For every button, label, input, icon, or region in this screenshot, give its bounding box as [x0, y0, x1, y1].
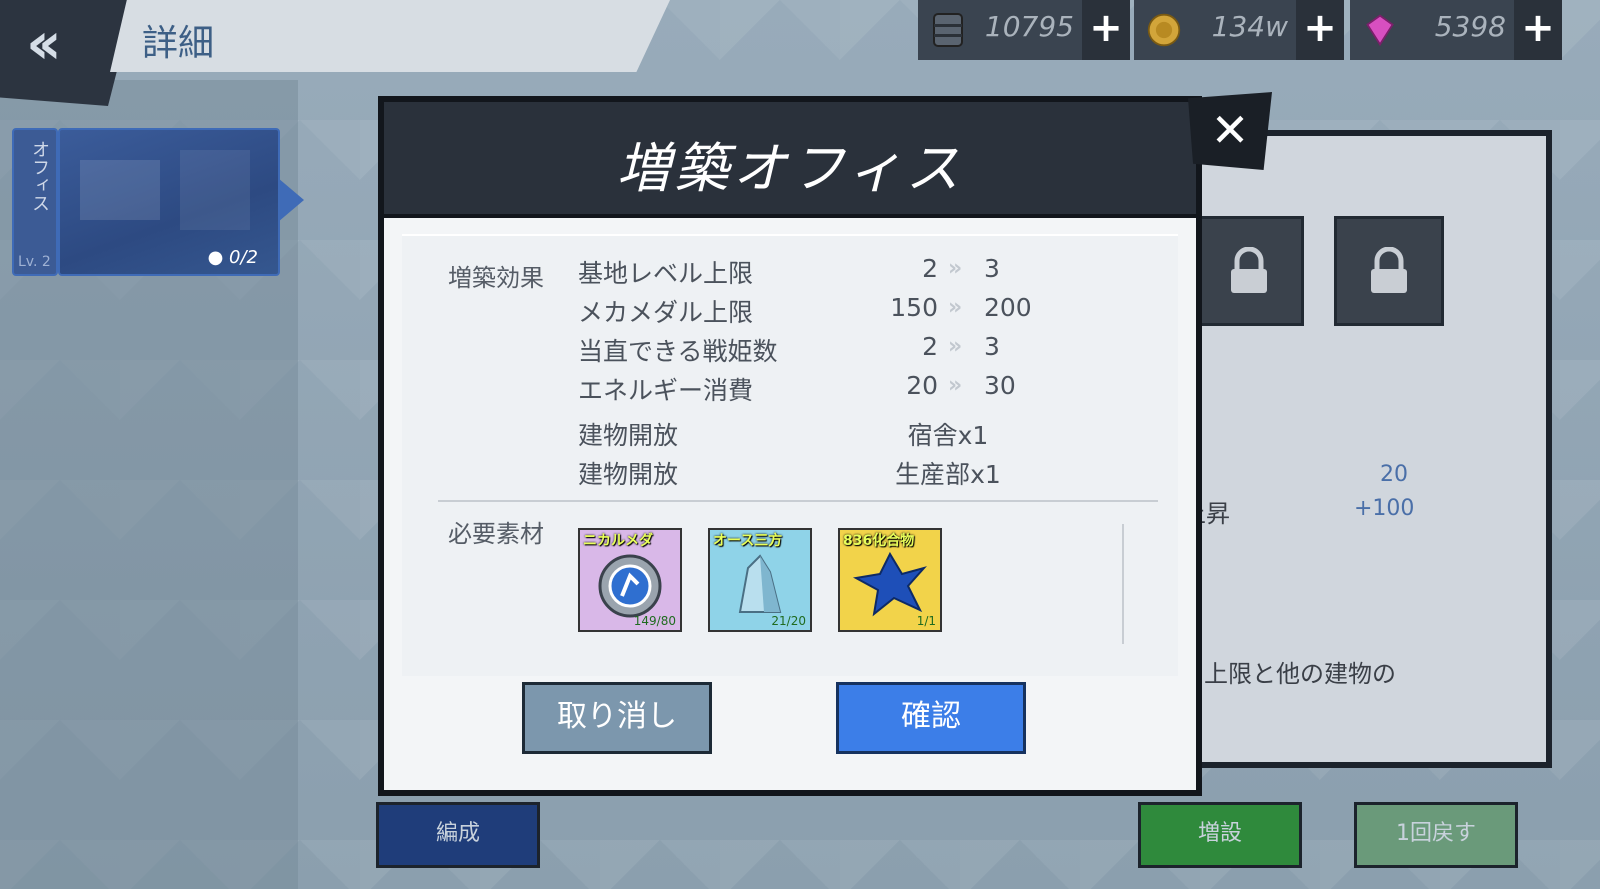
modal-header: 増築オフィス	[384, 102, 1196, 218]
fuel-barrel-icon	[933, 13, 963, 47]
gem-icon	[1366, 14, 1394, 47]
person-icon: ●	[207, 247, 224, 268]
confirm-button[interactable]: 確認	[836, 682, 1026, 754]
effect-from: 150	[890, 293, 938, 322]
unlock-label: 建物開放	[578, 460, 679, 489]
page-title: 詳細	[142, 23, 215, 64]
effect-to: 3	[984, 254, 1000, 283]
double-chevron-right-icon: »	[948, 334, 962, 359]
facility-image-detail	[180, 150, 250, 230]
facility-card[interactable]: ● 0/2	[58, 128, 280, 276]
facility-image	[80, 160, 160, 220]
facility-tab[interactable]: オフィス Lv. 2	[12, 128, 58, 276]
background-value-1: 20	[1380, 462, 1408, 487]
material-count: 1/1	[916, 614, 936, 628]
double-chevron-right-icon: »	[948, 295, 962, 320]
effect-label: メカメダル上限	[578, 298, 754, 327]
upgrade-modal: 増築オフィス 増築効果 基地レベル上限 2 » 3 メカメダル上限 150 » …	[378, 96, 1202, 796]
unlock-value: 生産部x1	[895, 460, 1001, 489]
modal-body: 増築効果 基地レベル上限 2 » 3 メカメダル上限 150 » 200 当直で…	[402, 234, 1178, 676]
gold-coin-icon	[1147, 13, 1181, 47]
material-count: 149/80	[633, 614, 676, 628]
material-name: ニカルメダ	[583, 533, 653, 549]
locked-slot[interactable]	[1194, 216, 1304, 326]
facility-level: Lv. 2	[18, 254, 51, 270]
facility-arrow-icon	[278, 178, 304, 222]
add-gold-button[interactable]: +	[1296, 0, 1344, 60]
material-item[interactable]: 836化合物 1/1	[838, 528, 942, 632]
resource-gold: 134w +	[1134, 0, 1344, 60]
unlock-label: 建物開放	[578, 421, 679, 450]
double-chevron-left-icon[interactable]: ‹‹	[26, 14, 62, 72]
crystal-icon	[738, 554, 782, 613]
background-value-2: +100	[1354, 496, 1415, 521]
effect-from: 2	[922, 254, 938, 283]
resource-gem-value: 5398	[1434, 10, 1506, 43]
modal-title: 増築オフィス	[616, 137, 964, 200]
compound-icon	[852, 551, 927, 617]
cancel-button[interactable]: 取り消し	[522, 682, 712, 754]
double-chevron-right-icon: »	[948, 256, 962, 281]
materials-label: 必要素材	[448, 520, 544, 548]
effects-label: 増築効果	[448, 264, 544, 292]
material-name: オース三方	[713, 533, 783, 549]
material-item[interactable]: オース三方 21/20	[708, 528, 812, 632]
effect-to: 200	[984, 293, 1032, 322]
effect-label: 基地レベル上限	[578, 259, 754, 288]
background-description: の上限と他の建物の	[1180, 660, 1396, 688]
material-item[interactable]: ニカルメダ 149/80	[578, 528, 682, 632]
lock-icon	[1371, 247, 1407, 293]
facility-name: オフィス	[29, 140, 50, 212]
facility-occupancy-value: 0/2	[229, 247, 258, 268]
effect-to: 3	[984, 332, 1000, 361]
mechanical-medal-icon	[598, 554, 662, 618]
resource-gem: 5398 +	[1350, 0, 1562, 60]
resource-gold-value: 134w	[1211, 10, 1288, 43]
formation-button[interactable]: 編成	[376, 802, 540, 868]
effect-label: エネルギー消費	[578, 376, 754, 405]
section-divider	[438, 500, 1158, 502]
top-bar: ‹‹ 詳細 10795 + 134w + 5398 +	[0, 0, 1600, 106]
undo-button[interactable]: 1回戻す	[1354, 802, 1518, 868]
add-gem-button[interactable]: +	[1514, 0, 1562, 60]
unlock-value: 宿舎x1	[907, 421, 989, 450]
expand-button[interactable]: 増設	[1138, 802, 1302, 868]
effect-from: 20	[906, 371, 938, 400]
resource-fuel: 10795 +	[918, 0, 1130, 60]
close-icon[interactable]: ✕	[1188, 92, 1272, 170]
resource-fuel-value: 10795	[984, 10, 1074, 43]
double-chevron-right-icon: »	[948, 373, 962, 398]
effect-label: 当直できる戦姫数	[578, 337, 778, 366]
facility-occupancy: ● 0/2	[208, 247, 258, 268]
effect-from: 2	[922, 332, 938, 361]
effect-to: 30	[984, 371, 1016, 400]
locked-slot[interactable]	[1334, 216, 1444, 326]
material-count: 21/20	[771, 614, 806, 628]
materials-scrollbar[interactable]	[1122, 524, 1124, 644]
lock-icon	[1231, 247, 1267, 293]
add-fuel-button[interactable]: +	[1082, 0, 1130, 60]
material-name: 836化合物	[843, 533, 915, 549]
